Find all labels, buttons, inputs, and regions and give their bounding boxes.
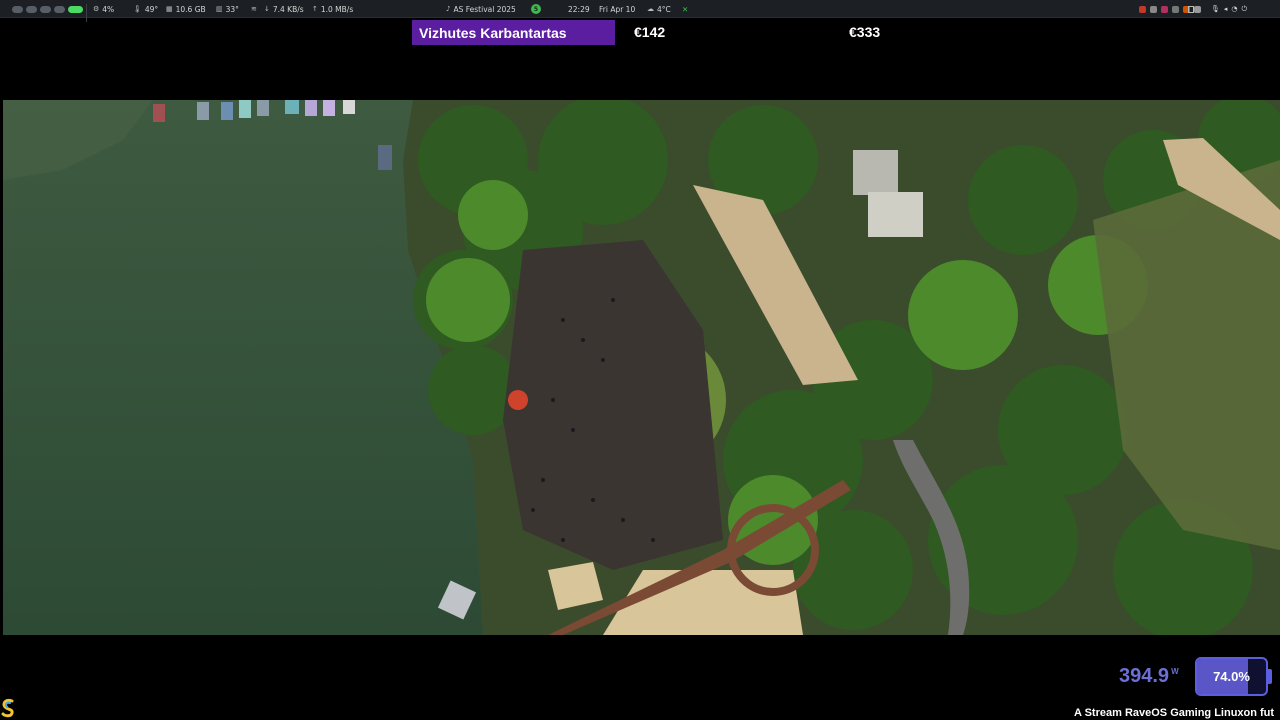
ticker-item-name: Vizhutes Karbantartas [412,20,615,45]
aerial-festival-scene [3,100,1280,635]
top-status-bar: ⚙ 4% 🌡 49° ▦ 10.6 GB ▥ 33° ≋ ↓ 7.4 KB/s … [0,0,1280,22]
bell-icon[interactable]: ◔ [1231,5,1237,13]
window-icon[interactable] [1188,5,1194,13]
ticker-price-1: €142 [634,24,666,40]
memory-icon: ▦ [166,5,173,13]
workspace-switcher[interactable] [12,0,83,18]
arrow-up-icon: ↑ [312,5,318,13]
workspace-badge-number: 5 [531,4,541,14]
stage-light [508,390,528,410]
thermometer-icon: 🌡 [133,5,142,13]
arrow-down-icon: ↓ [264,5,270,13]
battery-percentage: 74.0% [1213,669,1250,684]
media-title[interactable]: AS Festival 2025 [453,5,515,14]
power-draw-value: 394.9 [1119,665,1170,687]
marquee-text: A Stream RaveOS Gaming Linuxon fut [1074,707,1275,719]
gpu-temp: ▥ 33° [216,0,239,18]
cpu-usage-value: 4% [102,4,115,14]
volume-icon[interactable]: ◂ [1224,5,1228,13]
tray-app-2-icon[interactable] [1150,5,1157,13]
quick-settings[interactable]: 🎙 ◂ ◔ ⏻ [1211,0,1247,18]
weather-temp: 4°C [657,4,671,14]
microphone-icon[interactable]: 🎙 [1211,5,1220,13]
download-speed-value: 7.4 KB/s [272,4,304,14]
memory-usage: ▦ 10.6 GB [166,0,206,18]
tent-white-1 [853,150,898,195]
memory-usage-value: 10.6 GB [175,4,206,14]
workspace-badge[interactable]: 5 [531,0,541,18]
workspace-3[interactable] [40,5,51,13]
wifi-icon: ≋ [251,5,257,13]
raveos-logo-icon[interactable] [0,698,16,718]
cpu-temp-value: 49° [144,4,159,14]
video-player[interactable] [3,100,1280,635]
upload-speed-value: 1.0 MB/s [320,4,354,14]
workspace-1[interactable] [12,5,23,13]
media-player[interactable]: ♪ AS Festival 2025 [446,0,516,18]
upload-speed: ↑ 1.0 MB/s [312,0,353,18]
clock-time: 22:29 [568,4,590,14]
power-icon[interactable]: ⏻ [1242,5,1248,14]
status-check-icon: ✕ [682,4,689,14]
date-text: Fri Apr 10 [599,4,636,14]
battery-terminal [1268,669,1272,684]
cpu-temp: 🌡 49° [133,0,158,18]
tray-app-1-icon[interactable] [1139,5,1146,13]
divider [86,4,87,22]
music-note-icon: ♪ [446,5,451,13]
tray-app-4-icon[interactable] [1172,5,1179,13]
tray-app-6-icon[interactable] [1194,5,1201,13]
calendar-date[interactable]: Fri Apr 10 [599,0,635,18]
tent-white-2 [868,192,923,237]
gpu-temp-value: 33° [225,4,239,14]
power-draw: 394.9 W [1119,665,1179,688]
gpu-icon: ▥ [216,5,223,13]
workspace-5-active[interactable] [68,5,83,13]
network-indicator: ≋ [251,0,257,18]
clock[interactable]: 22:29 [568,0,590,18]
window-button[interactable] [1188,0,1194,18]
download-speed: ↓ 7.4 KB/s [264,0,304,18]
workspace-2[interactable] [26,5,37,13]
cpu-icon: ⚙ [93,5,100,13]
workspace-4[interactable] [54,5,65,13]
ticker-price-2: €333 [849,24,881,40]
cpu-usage: ⚙ 4% [93,0,114,18]
tray-app-3-icon[interactable] [1161,5,1168,13]
power-draw-unit: W [1171,667,1179,676]
cloud-icon: ☁ [647,5,654,13]
battery-indicator: 74.0% [1195,657,1268,696]
weather[interactable]: ☁ 4°C [647,0,671,18]
status-check[interactable]: ✕ [682,0,688,18]
